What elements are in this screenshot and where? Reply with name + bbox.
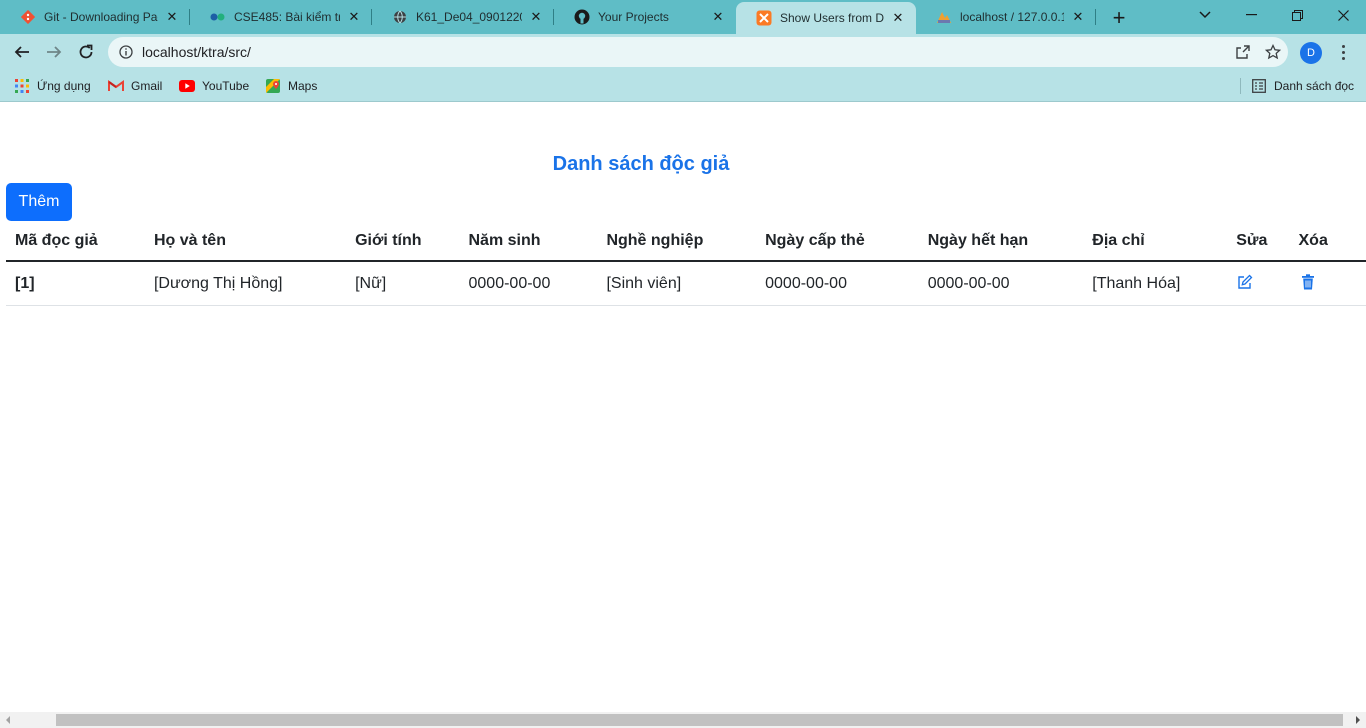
- github-icon: [574, 9, 590, 25]
- cell-delete: [1289, 261, 1366, 306]
- tab-title: Git - Downloading Package: [44, 10, 158, 24]
- close-icon[interactable]: ✕: [346, 9, 362, 25]
- close-window-button[interactable]: [1320, 0, 1366, 30]
- apps-grid-icon: [14, 78, 30, 94]
- bookmark-label: Gmail: [131, 79, 163, 93]
- close-icon[interactable]: ✕: [1070, 9, 1086, 25]
- tab-title: Your Projects: [598, 10, 669, 24]
- trash-icon[interactable]: [1299, 273, 1317, 291]
- forward-button[interactable]: [39, 37, 69, 67]
- close-icon[interactable]: ✕: [164, 9, 180, 25]
- share-icon[interactable]: [1228, 37, 1258, 67]
- tab-title: Show Users from Database: [780, 11, 884, 25]
- bookmark-apps[interactable]: Ứng dụng: [14, 76, 91, 96]
- back-button[interactable]: [7, 37, 37, 67]
- column-header-job: Nghề nghiệp: [597, 221, 757, 262]
- column-header-id: Mã đọc giả: [6, 221, 145, 262]
- add-reader-button[interactable]: Thêm: [6, 183, 72, 221]
- column-header-address: Địa chỉ: [1083, 221, 1228, 262]
- horizontal-scrollbar[interactable]: [0, 712, 1366, 728]
- cell-job: [Sinh viên]: [597, 261, 757, 306]
- cell-birth: 0000-00-00: [459, 261, 598, 306]
- cell-gender: [Nữ]: [346, 261, 460, 306]
- browser-toolbar: localhost/ktra/src/ D: [0, 34, 1366, 70]
- column-header-name: Họ và tên: [144, 221, 347, 262]
- tab-separator: [1095, 9, 1096, 25]
- globe-icon: [392, 9, 408, 25]
- cell-edit: [1227, 261, 1290, 306]
- tab-search-chevron-icon[interactable]: [1182, 0, 1228, 30]
- git-icon: [20, 9, 36, 25]
- scrollbar-thumb[interactable]: [56, 714, 1343, 726]
- phpmyadmin-icon: [936, 9, 952, 25]
- reading-list-button[interactable]: Danh sách đọc: [1251, 76, 1354, 96]
- bookmark-label: Ứng dụng: [37, 79, 91, 93]
- xampp-icon: [756, 10, 772, 26]
- bookmark-label: YouTube: [202, 79, 250, 93]
- bookmark-label: Maps: [288, 79, 318, 93]
- tab-title: localhost / 127.0.0.1 / ktra: [960, 10, 1064, 24]
- cell-issued: 0000-00-00: [756, 261, 919, 306]
- site-info-icon[interactable]: [118, 44, 134, 60]
- page-title: Danh sách độc giả: [552, 153, 730, 175]
- tab-strip: Git - Downloading Package ✕ CSE485: Bài …: [0, 0, 1366, 34]
- bookmark-star-icon[interactable]: [1258, 37, 1288, 67]
- url-text[interactable]: localhost/ktra/src/: [142, 44, 1228, 60]
- edit-icon[interactable]: [1236, 273, 1254, 291]
- bookmarks-bar: Ứng dụng Gmail YouTube Maps Danh sách đọ…: [0, 70, 1366, 102]
- table-row: [1] [Dương Thị Hồng] [Nữ] 0000-00-00 [Si…: [6, 261, 1366, 306]
- cell-name: [Dương Thị Hồng]: [144, 261, 347, 306]
- cell-id: [1]: [6, 261, 145, 306]
- minimize-button[interactable]: [1228, 0, 1274, 30]
- profile-avatar[interactable]: D: [1300, 42, 1322, 64]
- reading-list-icon: [1251, 78, 1267, 94]
- tab-title: K61_De04_09012204.pdf: [416, 10, 522, 24]
- youtube-icon: [179, 78, 195, 94]
- bookmark-gmail[interactable]: Gmail: [108, 76, 162, 96]
- table-header-row: Mã đọc giả Họ và tên Giới tính Năm sinh …: [6, 221, 1366, 262]
- course-icon: [210, 9, 226, 25]
- column-header-issued: Ngày cấp thẻ: [756, 221, 919, 262]
- tab-cse485[interactable]: CSE485: Bài kiểm tra số 1 ✕: [190, 0, 372, 34]
- column-header-delete: Xóa: [1289, 221, 1366, 262]
- column-header-birth: Năm sinh: [459, 221, 598, 262]
- column-header-expires: Ngày hết hạn: [918, 221, 1084, 262]
- bookmark-maps[interactable]: Maps: [265, 76, 317, 96]
- page-content: Danh sách độc giả Thêm Mã đọc giả Họ và …: [0, 103, 1366, 712]
- cell-address: [Thanh Hóa]: [1083, 261, 1228, 306]
- column-header-gender: Giới tính: [346, 221, 460, 262]
- readers-table: Mã đọc giả Họ và tên Giới tính Năm sinh …: [6, 221, 1366, 306]
- close-icon[interactable]: ✕: [710, 9, 726, 25]
- tab-phpmyadmin[interactable]: localhost / 127.0.0.1 / ktra ✕: [916, 0, 1096, 34]
- tab-title: CSE485: Bài kiểm tra số 1: [234, 10, 340, 24]
- restore-button[interactable]: [1274, 0, 1320, 30]
- close-icon[interactable]: ✕: [528, 9, 544, 25]
- column-header-edit: Sửa: [1227, 221, 1290, 262]
- maps-icon: [265, 78, 281, 94]
- close-icon[interactable]: ✕: [890, 10, 906, 26]
- scroll-right-icon[interactable]: [1354, 716, 1362, 724]
- kebab-menu-icon[interactable]: [1333, 40, 1353, 64]
- cell-expires: 0000-00-00: [918, 261, 1084, 306]
- tab-git[interactable]: Git - Downloading Package ✕: [0, 0, 190, 34]
- reading-list-label: Danh sách đọc: [1274, 79, 1355, 93]
- address-bar[interactable]: localhost/ktra/src/: [108, 37, 1288, 67]
- tab-show-users[interactable]: Show Users from Database ✕: [736, 2, 916, 34]
- new-tab-button[interactable]: +: [1105, 4, 1133, 32]
- tab-pdf[interactable]: K61_De04_09012204.pdf ✕: [372, 0, 554, 34]
- scroll-left-icon[interactable]: [4, 716, 12, 724]
- bookmark-youtube[interactable]: YouTube: [179, 76, 249, 96]
- tab-github[interactable]: Your Projects ✕: [554, 0, 736, 34]
- gmail-icon: [108, 78, 124, 94]
- reload-button[interactable]: [71, 37, 101, 67]
- bookmarks-separator: [1240, 78, 1241, 94]
